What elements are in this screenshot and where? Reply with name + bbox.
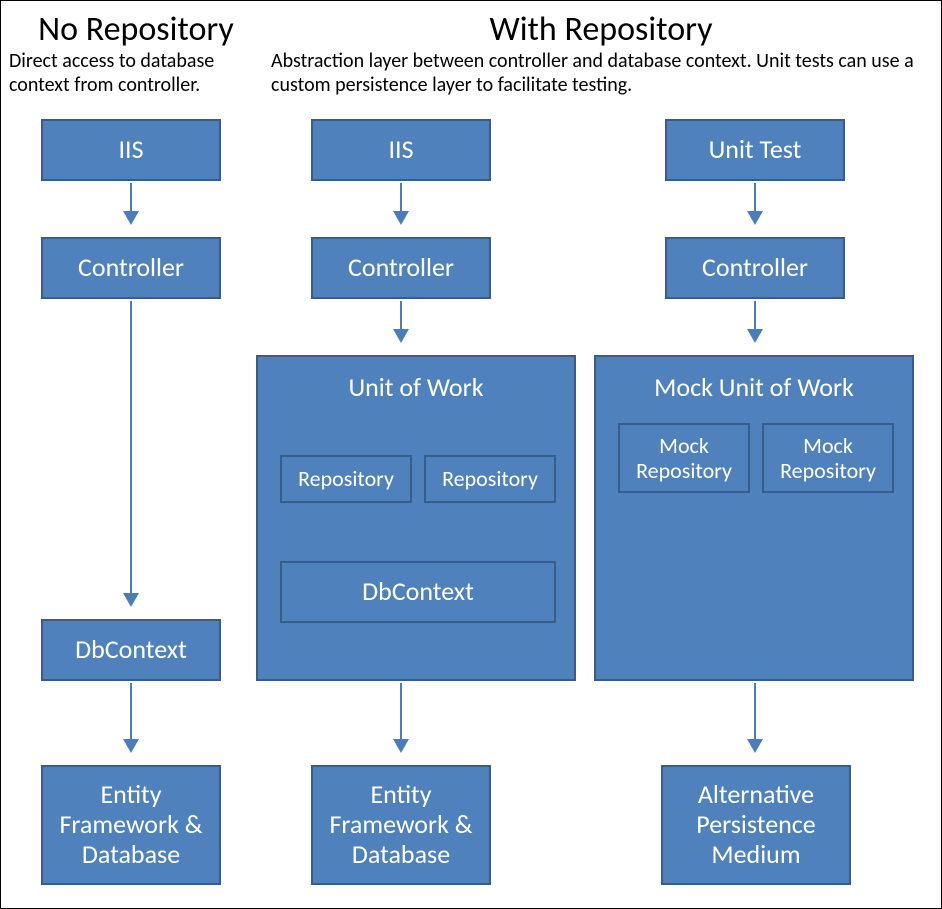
arrow-icon: [400, 183, 402, 223]
box-controller-rightB: Controller: [665, 237, 845, 299]
box-repository-1: Repository: [280, 455, 412, 503]
box-ef-left: Entity Framework & Database: [41, 765, 221, 885]
no-repo-desc: Direct access to database context from c…: [9, 49, 259, 97]
arrow-icon: [130, 301, 132, 605]
box-ef-right: Entity Framework & Database: [311, 765, 491, 885]
arrow-icon: [754, 683, 756, 751]
box-label: DbContext: [75, 635, 187, 665]
no-repo-title: No Repository: [21, 9, 251, 50]
box-label: IIS: [388, 135, 413, 165]
box-controller-rightA: Controller: [311, 237, 491, 299]
box-label: Unit Test: [709, 135, 802, 165]
box-iis-left: IIS: [41, 119, 221, 181]
box-controller-left: Controller: [41, 237, 221, 299]
box-repository-2: Repository: [424, 455, 556, 503]
arrow-icon: [130, 183, 132, 223]
box-dbcontext-left: DbContext: [41, 619, 221, 681]
box-unit-of-work: Unit of Work Repository Repository DbCon…: [256, 355, 576, 681]
box-label: Mock Repository: [764, 433, 892, 484]
uow-title: Unit of Work: [258, 371, 574, 403]
box-label: DbContext: [362, 577, 474, 607]
box-label: IIS: [118, 135, 143, 165]
box-unit-test: Unit Test: [665, 119, 845, 181]
box-label: Entity Framework & Database: [43, 780, 219, 870]
box-label: Controller: [78, 253, 184, 283]
box-label: Controller: [348, 253, 454, 283]
arrow-icon: [754, 183, 756, 223]
box-label: Controller: [702, 253, 808, 283]
arrow-icon: [400, 683, 402, 751]
box-label: Repository: [298, 466, 394, 491]
box-mock-unit-of-work: Mock Unit of Work Mock Repository Mock R…: [594, 355, 914, 681]
box-iis-right: IIS: [311, 119, 491, 181]
box-label: Alternative Persistence Medium: [663, 780, 849, 870]
arrow-icon: [130, 683, 132, 751]
with-repo-title: With Repository: [461, 9, 741, 50]
arrow-icon: [400, 301, 402, 341]
box-label: Repository: [442, 466, 538, 491]
with-repo-desc: Abstraction layer between controller and…: [271, 49, 931, 97]
box-mock-repository-2: Mock Repository: [762, 423, 894, 493]
box-alt-persistence: Alternative Persistence Medium: [661, 765, 851, 885]
box-dbcontext-inner: DbContext: [280, 561, 556, 623]
arrow-icon: [754, 301, 756, 341]
box-mock-repository-1: Mock Repository: [618, 423, 750, 493]
box-label: Mock Repository: [620, 433, 748, 484]
box-label: Entity Framework & Database: [313, 780, 489, 870]
mock-uow-title: Mock Unit of Work: [596, 371, 912, 403]
